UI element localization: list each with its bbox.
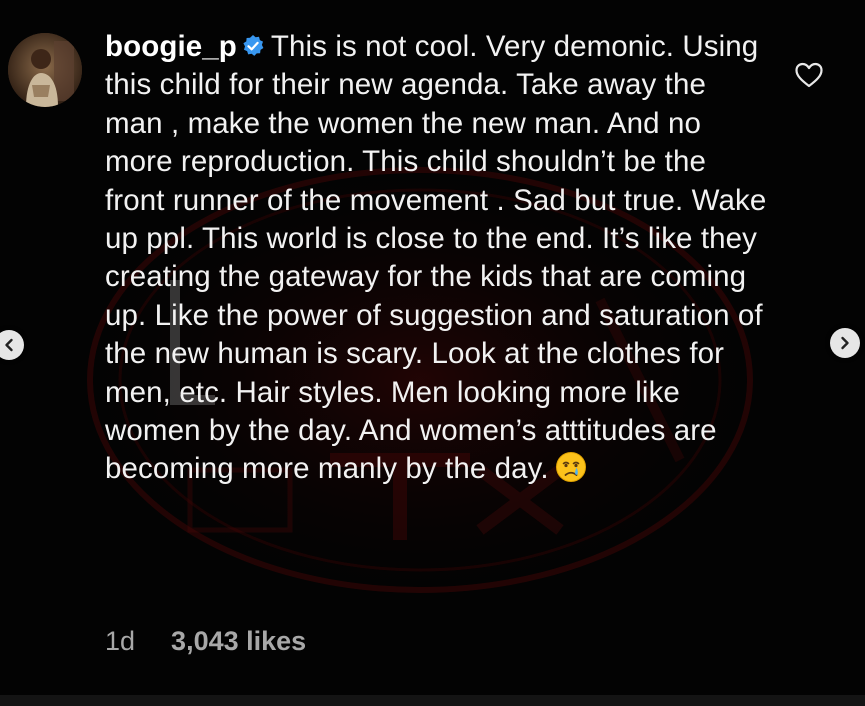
comment-username[interactable]: boogie_p	[105, 30, 237, 63]
comment-likes[interactable]: 3,043 likes	[171, 626, 306, 656]
chevron-left-icon	[5, 338, 13, 352]
bottom-edge	[0, 695, 865, 706]
comment: boogie_p This is not cool. Very demonic.…	[0, 0, 865, 706]
crying-face-emoji-icon	[555, 452, 586, 483]
verified-badge-icon	[243, 35, 264, 56]
chevron-right-icon	[841, 336, 849, 350]
comment-text: This is not cool. Very demonic. Using th…	[105, 30, 767, 486]
comment-screenshot: boogie_p This is not cool. Very demonic.…	[0, 0, 865, 706]
heart-outline-icon[interactable]	[793, 59, 825, 91]
comment-body: boogie_p This is not cool. Very demonic.…	[105, 28, 770, 489]
comment-age[interactable]: 1d	[105, 626, 135, 656]
avatar-image	[8, 33, 82, 107]
avatar[interactable]	[8, 33, 82, 107]
comment-meta: 1d 3,043 likes	[105, 626, 306, 657]
next-button[interactable]	[830, 328, 860, 358]
